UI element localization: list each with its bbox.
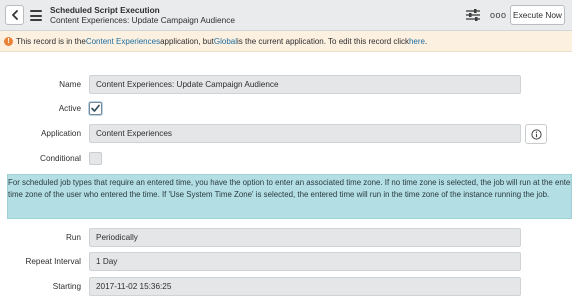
starting-label: Starting bbox=[52, 282, 81, 291]
time-zone-info-message: For scheduled job types that require an … bbox=[7, 174, 572, 219]
warning-icon: ! bbox=[4, 36, 13, 46]
warning-text-3: is the current application. To edit this… bbox=[237, 36, 409, 46]
form-title: Scheduled Script Execution bbox=[50, 5, 160, 15]
application-info-button[interactable] bbox=[525, 124, 547, 144]
current-application-name: Global bbox=[213, 36, 238, 46]
run-row: Run Periodically bbox=[0, 228, 572, 248]
warning-text-1: This record is in the bbox=[16, 36, 86, 46]
back-button[interactable] bbox=[5, 5, 24, 25]
info-icon bbox=[530, 128, 542, 140]
active-checkbox[interactable] bbox=[89, 102, 102, 115]
name-label: Name bbox=[59, 80, 81, 89]
chevron-left-icon bbox=[11, 10, 18, 20]
run-label: Run bbox=[65, 233, 81, 242]
name-row: Name Content Experiences: Update Campaig… bbox=[0, 75, 572, 95]
starting-field[interactable]: 2017-11-02 15:36:25 bbox=[89, 277, 521, 296]
application-warning-banner: ! This record is in the Content Experien… bbox=[0, 31, 572, 52]
more-options-icon[interactable]: ooo bbox=[490, 9, 507, 21]
application-label: Application bbox=[40, 129, 81, 138]
repeat-interval-label: Repeat Interval bbox=[25, 257, 81, 266]
name-field[interactable]: Content Experiences: Update Campaign Aud… bbox=[89, 75, 521, 94]
run-field[interactable]: Periodically bbox=[89, 228, 521, 247]
repeat-interval-row: Repeat Interval 1 Day bbox=[0, 252, 572, 272]
edit-here-link[interactable]: here bbox=[409, 37, 425, 46]
application-row: Application Content Experiences bbox=[0, 124, 572, 144]
header-titles: Scheduled Script Execution Content Exper… bbox=[50, 5, 235, 25]
application-link[interactable]: Content Experiences bbox=[86, 37, 160, 46]
record-name: Content Experiences: Update Campaign Aud… bbox=[50, 15, 235, 25]
application-field[interactable]: Content Experiences bbox=[89, 124, 521, 143]
warning-text-4: . bbox=[424, 36, 428, 46]
form-header: Scheduled Script Execution Content Exper… bbox=[0, 0, 572, 31]
active-row: Active bbox=[0, 99, 572, 119]
hamburger-menu-icon[interactable] bbox=[30, 10, 42, 21]
info-line-2: time zone of the user who entered the ti… bbox=[8, 190, 550, 199]
active-label: Active bbox=[58, 104, 81, 113]
warning-text-2: application, but bbox=[160, 36, 214, 46]
checkmark-icon bbox=[91, 104, 100, 112]
conditional-checkbox[interactable] bbox=[89, 152, 102, 165]
info-line-1: For scheduled job types that require an … bbox=[8, 178, 572, 187]
conditional-row: Conditional bbox=[0, 149, 572, 169]
execute-now-button[interactable]: Execute Now bbox=[510, 5, 565, 25]
personalize-form-icon[interactable] bbox=[465, 8, 481, 22]
repeat-interval-field[interactable]: 1 Day bbox=[89, 252, 521, 271]
conditional-label: Conditional bbox=[40, 154, 81, 163]
starting-row: Starting 2017-11-02 15:36:25 bbox=[0, 277, 572, 297]
